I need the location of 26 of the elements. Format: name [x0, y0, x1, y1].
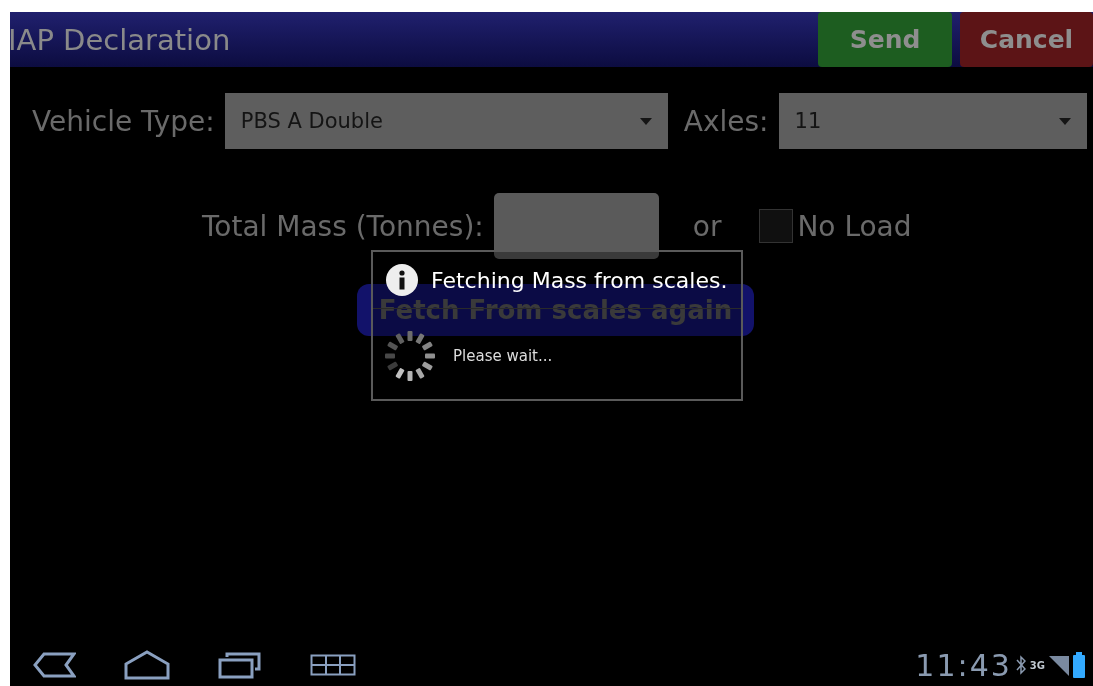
axles-dropdown[interactable]: 11: [778, 93, 1087, 149]
caret-icon: [639, 117, 652, 125]
no-load-checkbox[interactable]: [759, 209, 794, 243]
total-mass-label: Total Mass (Tonnes):: [202, 209, 484, 243]
spinner-icon: [383, 329, 437, 383]
vehicle-type-dropdown[interactable]: PBS A Double: [224, 93, 668, 149]
axles-label: Axles:: [683, 104, 769, 138]
total-mass-field[interactable]: [493, 193, 659, 259]
or-label: or: [692, 209, 722, 243]
network-type: 3G: [1029, 659, 1045, 671]
cancel-button[interactable]: Cancel: [960, 12, 1093, 67]
bluetooth-icon: [1015, 655, 1026, 675]
caret-icon: [1058, 117, 1071, 125]
dialog-message: Please wait...: [453, 347, 553, 365]
signal-icon: [1049, 654, 1069, 676]
recent-apps-icon[interactable]: [218, 651, 262, 679]
send-button[interactable]: Send: [818, 12, 952, 67]
battery-icon: [1073, 652, 1085, 678]
window-title: IAP Declaration: [10, 22, 231, 57]
info-icon: [385, 263, 419, 297]
home-icon[interactable]: [124, 650, 170, 680]
menu-grid-icon[interactable]: [310, 654, 356, 676]
no-load-label: No Load: [797, 209, 912, 243]
clock: 11:43: [915, 647, 1012, 683]
vehicle-type-label: Vehicle Type:: [32, 104, 215, 138]
back-icon[interactable]: [32, 651, 76, 679]
